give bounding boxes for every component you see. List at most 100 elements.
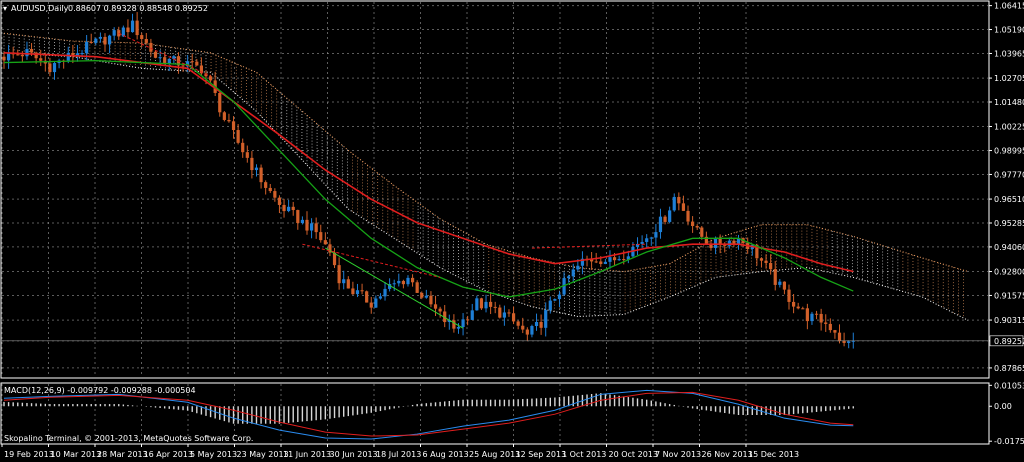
bear-candle — [695, 226, 699, 228]
bull-candle — [713, 237, 718, 248]
price-tick-label: 0.97770 — [994, 170, 1024, 179]
time-tick-label: 23 May 2013 — [237, 450, 289, 459]
bear-candle — [521, 325, 525, 330]
bear-candle — [700, 227, 704, 237]
bull-candle — [25, 48, 29, 57]
bull-candle — [571, 269, 575, 277]
bear-candle — [677, 196, 681, 204]
bear-candle — [433, 304, 438, 309]
bear-candle — [493, 306, 497, 308]
bull-candle — [603, 261, 607, 264]
bull-candle — [475, 298, 479, 311]
bear-candle — [525, 329, 529, 335]
price-tick-label: 0.95285 — [994, 219, 1024, 228]
price-tick-label: 0.92800 — [994, 268, 1024, 277]
bull-candle — [727, 240, 731, 246]
bear-candle — [773, 269, 777, 285]
bull-candle — [6, 53, 11, 61]
bear-candle — [824, 322, 828, 324]
bear-candle — [452, 320, 456, 329]
bear-candle — [489, 301, 493, 307]
bear-candle — [135, 20, 139, 36]
time-tick-label: 16 Apr 2013 — [144, 450, 193, 459]
bear-candle — [29, 48, 34, 53]
bear-candle — [479, 298, 484, 309]
bull-candle — [649, 237, 653, 239]
bull-candle — [98, 36, 103, 39]
bull-candle — [557, 294, 562, 300]
time-tick-label: 25 Aug 2013 — [469, 450, 520, 459]
bear-candle — [140, 35, 144, 39]
bull-candle — [608, 257, 612, 262]
bear-candle — [296, 210, 300, 224]
bear-candle — [305, 219, 309, 231]
price-tick-label: 1.01480 — [994, 98, 1024, 107]
time-axis: 19 Feb 201310 Mar 201328 Mar 201316 Apr … — [1, 444, 799, 459]
bull-candle — [392, 283, 396, 285]
bear-candle — [360, 290, 364, 292]
bear-candle — [599, 261, 603, 264]
bear-candle — [466, 319, 470, 321]
bear-candle — [539, 322, 543, 328]
bull-candle — [424, 295, 428, 298]
bear-candle — [351, 288, 355, 295]
price-tick-label: 0.91575 — [994, 291, 1024, 300]
bear-candle — [323, 240, 327, 245]
bear-candle — [828, 323, 832, 331]
bear-candle — [759, 258, 764, 261]
main-panel — [0, 0, 990, 379]
bull-candle — [52, 63, 57, 73]
macd-tick-label: 0.00 — [994, 402, 1012, 411]
bear-candle — [516, 321, 520, 326]
bear-candle — [222, 112, 226, 120]
price-tick-label: 1.03965 — [994, 49, 1024, 58]
bear-candle — [103, 36, 107, 45]
bull-candle — [300, 219, 304, 224]
bull-candle — [617, 259, 621, 261]
bear-candle — [282, 204, 286, 212]
bull-candle — [530, 326, 534, 335]
price-tick-label: 0.94060 — [994, 243, 1024, 252]
bull-candle — [461, 319, 465, 327]
bear-candle — [438, 308, 442, 312]
bear-candle — [686, 210, 690, 222]
bear-candle — [89, 41, 93, 43]
bear-candle — [415, 282, 419, 293]
bear-candle — [181, 65, 185, 67]
bear-candle — [319, 232, 323, 241]
bull-candle — [374, 298, 378, 308]
time-tick-label: 20 Oct 2013 — [609, 450, 658, 459]
bull-candle — [85, 41, 89, 54]
bear-candle — [842, 340, 846, 343]
bear-candle — [507, 312, 511, 314]
bear-candle — [163, 57, 167, 64]
bull-candle — [502, 312, 506, 318]
bull-candle — [534, 322, 539, 327]
bear-candle — [250, 157, 254, 171]
bear-candle — [20, 54, 24, 57]
bear-candle — [782, 281, 787, 290]
bull-candle — [355, 290, 360, 295]
time-tick-label: 6 Aug 2013 — [423, 450, 469, 459]
macd-label: MACD(12,26,9) -0.009792 -0.009288 -0.000… — [4, 386, 196, 395]
bull-candle — [470, 310, 474, 320]
bull-candle — [158, 57, 162, 59]
copyright-text: Skopalino Terminal, © 2001-2013, MetaQuo… — [4, 434, 253, 443]
chart-title: AUDUSD,Daily — [11, 4, 69, 13]
bear-candle — [691, 221, 695, 227]
bull-candle — [287, 206, 291, 212]
bull-candle — [397, 280, 401, 284]
macd-tick-label: -0.01759 — [994, 437, 1024, 446]
bull-candle — [778, 281, 782, 285]
bull-candle — [654, 232, 658, 238]
bear-candle — [369, 302, 373, 308]
bear-candle — [819, 313, 823, 323]
bear-candle — [39, 58, 43, 61]
time-tick-label: 18 Jul 2013 — [376, 450, 421, 459]
bull-candle — [112, 30, 116, 36]
bear-candle — [227, 119, 231, 122]
bull-candle — [645, 238, 649, 242]
bear-candle — [346, 279, 350, 289]
bull-candle — [567, 276, 571, 279]
bear-candle — [268, 187, 272, 192]
